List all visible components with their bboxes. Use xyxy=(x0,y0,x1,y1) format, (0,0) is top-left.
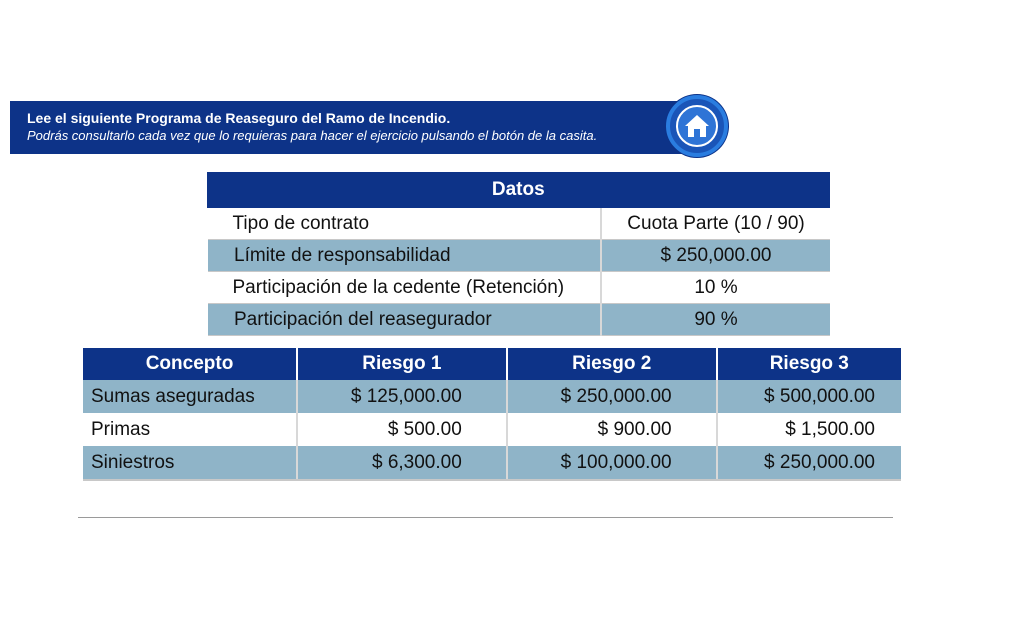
column-header-riesgo-3: Riesgo 3 xyxy=(716,348,901,380)
datos-row: Participación del reasegurador 90 % xyxy=(205,303,830,336)
datos-value: $ 250,000.00 xyxy=(601,239,830,272)
datos-value: 90 % xyxy=(601,303,830,336)
datos-table: Datos Tipo de contrato Cuota Parte (10 /… xyxy=(205,172,830,336)
home-icon xyxy=(685,115,709,137)
column-header-riesgo-2: Riesgo 2 xyxy=(506,348,718,380)
banner-title: Lee el siguiente Programa de Reaseguro d… xyxy=(27,110,451,126)
riesgo-2-cell: $ 100,000.00 xyxy=(506,446,718,481)
riesgo-2-cell: $ 250,000.00 xyxy=(506,380,718,413)
riesgo-3-cell: $ 250,000.00 xyxy=(716,446,901,481)
riesgo-3-cell: $ 500,000.00 xyxy=(716,380,901,413)
banner-subtitle: Podrás consultarlo cada vez que lo requi… xyxy=(27,128,598,143)
home-button[interactable] xyxy=(666,95,728,157)
datos-header-row: Datos xyxy=(206,172,830,208)
datos-label: Participación del reasegurador xyxy=(205,303,602,336)
datos-row: Tipo de contrato Cuota Parte (10 / 90) xyxy=(206,208,830,240)
concepto-cell: Primas xyxy=(83,413,298,446)
riesgo-1-cell: $ 125,000.00 xyxy=(297,380,508,413)
riesgo-1-cell: $ 6,300.00 xyxy=(297,446,508,481)
datos-row: Participación de la cedente (Retención) … xyxy=(206,271,830,304)
datos-value: 10 % xyxy=(601,271,830,304)
datos-header: Datos xyxy=(206,172,830,208)
table-row: Sumas aseguradas $ 125,000.00 $ 250,000.… xyxy=(83,380,901,413)
table-row: Siniestros $ 6,300.00 $ 100,000.00 $ 250… xyxy=(83,446,901,481)
datos-label: Tipo de contrato xyxy=(206,208,602,240)
conceptos-header-row: Concepto Riesgo 1 Riesgo 2 Riesgo 3 xyxy=(83,348,901,380)
datos-label: Límite de responsabilidad xyxy=(205,239,602,272)
riesgo-2-cell: $ 900.00 xyxy=(506,413,718,446)
datos-label: Participación de la cedente (Retención) xyxy=(206,271,602,304)
datos-value: Cuota Parte (10 / 90) xyxy=(601,208,830,240)
concepto-cell: Siniestros xyxy=(83,446,298,481)
column-header-concepto: Concepto xyxy=(83,348,298,380)
bottom-divider xyxy=(78,517,893,518)
instruction-banner: Lee el siguiente Programa de Reaseguro d… xyxy=(10,101,700,154)
home-button-inner xyxy=(676,105,718,147)
datos-row: Límite de responsabilidad $ 250,000.00 xyxy=(205,239,830,272)
conceptos-table: Concepto Riesgo 1 Riesgo 2 Riesgo 3 Suma… xyxy=(83,348,901,481)
table-row: Primas $ 500.00 $ 900.00 $ 1,500.00 xyxy=(83,413,901,446)
riesgo-1-cell: $ 500.00 xyxy=(297,413,508,446)
column-header-riesgo-1: Riesgo 1 xyxy=(297,348,508,380)
concepto-cell: Sumas aseguradas xyxy=(83,380,298,413)
riesgo-3-cell: $ 1,500.00 xyxy=(785,418,875,440)
